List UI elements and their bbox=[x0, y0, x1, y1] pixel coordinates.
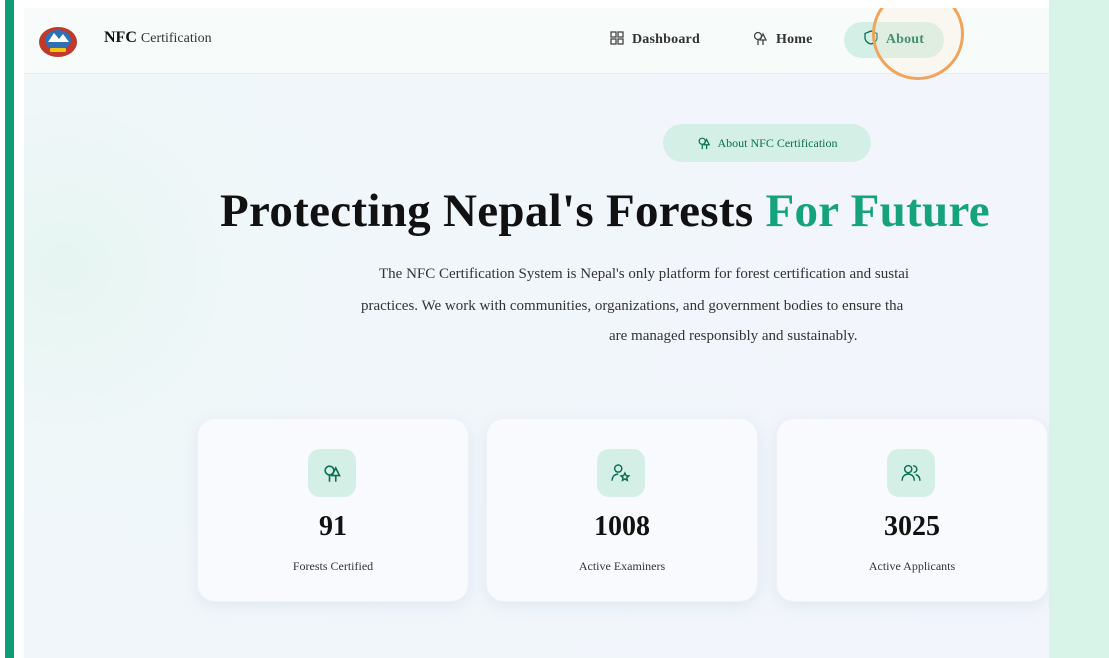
stat-label: Active Examiners bbox=[578, 559, 666, 573]
window-top-edge bbox=[24, 0, 1049, 8]
trees-icon bbox=[752, 30, 768, 51]
page-viewport: NFC Certification Dashboard Home About A… bbox=[24, 8, 1049, 658]
about-badge-label: About NFC Certification bbox=[717, 135, 838, 150]
stat-value: 1008 bbox=[594, 511, 650, 542]
right-side-panel bbox=[1049, 0, 1109, 658]
nav-home-label: Home bbox=[776, 32, 813, 47]
stat-value: 3025 bbox=[884, 511, 940, 542]
page-title-accent: For Future bbox=[765, 185, 990, 237]
window-accent-bar bbox=[5, 0, 14, 658]
brand-name[interactable]: NFC Certification bbox=[104, 29, 212, 47]
stat-card-examiners: 1008 Active Examiners bbox=[486, 418, 758, 602]
stat-card-forests: 91 Forests Certified bbox=[197, 418, 469, 602]
users-icon bbox=[887, 449, 935, 497]
trees-icon bbox=[697, 136, 711, 150]
brand-name-bold: NFC bbox=[104, 29, 137, 46]
stat-label: Forests Certified bbox=[292, 559, 374, 573]
hero-description-line: practices. We work with communities, org… bbox=[361, 298, 904, 314]
page-title: Protecting Nepal's Forests For Future bbox=[220, 184, 990, 238]
brand-name-rest: Certification bbox=[140, 31, 212, 46]
grid-icon bbox=[610, 30, 624, 50]
page-title-main: Protecting Nepal's Forests bbox=[220, 185, 754, 237]
stat-label: Active Applicants bbox=[868, 559, 956, 573]
nepal-emblem-logo[interactable] bbox=[38, 24, 78, 58]
nav-dashboard[interactable]: Dashboard bbox=[610, 22, 700, 58]
trees-icon bbox=[308, 449, 356, 497]
hero-description-line: The NFC Certification System is Nepal's … bbox=[379, 266, 910, 282]
hero-description-line: are managed responsibly and sustainably. bbox=[609, 328, 858, 344]
stat-card-applicants: 3025 Active Applicants bbox=[776, 418, 1048, 602]
user-star-icon bbox=[597, 449, 645, 497]
nav-dashboard-label: Dashboard bbox=[632, 32, 700, 47]
nav-home[interactable]: Home bbox=[752, 22, 813, 58]
about-badge: About NFC Certification bbox=[663, 124, 871, 162]
stat-value: 91 bbox=[319, 511, 347, 542]
window-left-gap bbox=[14, 0, 24, 658]
